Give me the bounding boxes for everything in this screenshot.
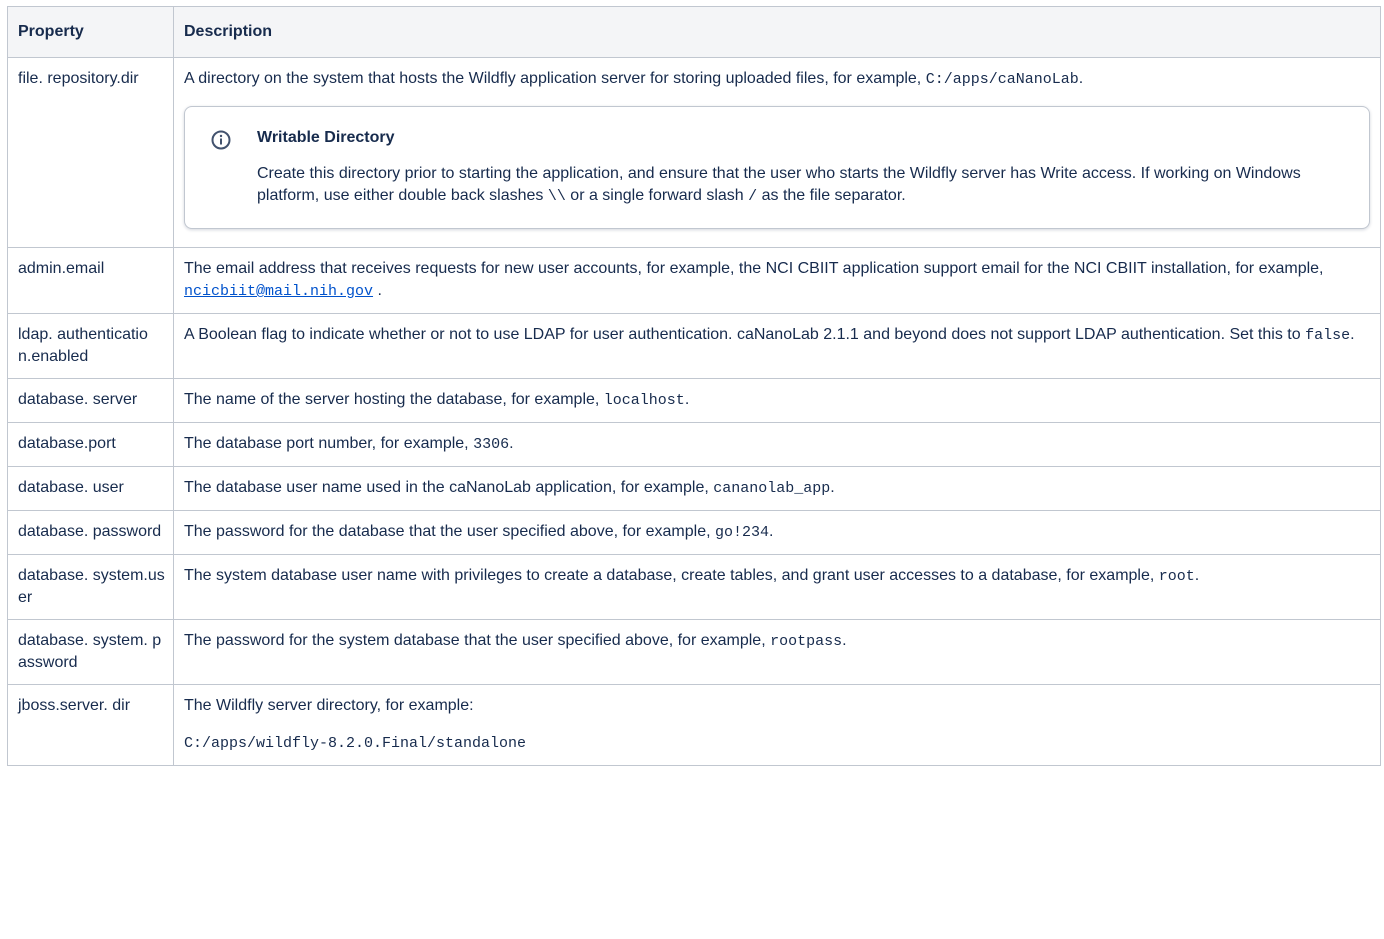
panel-body: Create this directory prior to starting … [257,165,1301,205]
code-block: C:/apps/wildfly-8.2.0.Final/standalone [184,735,527,752]
table-row: database. system.user The system databas… [7,554,1381,620]
table-row: database. user The database user name us… [7,466,1381,511]
table-row: database.port The database port number, … [7,422,1381,467]
info-icon [211,130,231,150]
panel-title: Writable Directory [257,129,395,146]
properties-table: Property Description file. repository.di… [7,6,1381,766]
table-row: ldap. authenticatio n.enabled A Boolean … [7,313,1381,379]
property-name: file. repository.dir [7,57,174,248]
code-value: rootpass [770,633,843,650]
table-row: database. server The name of the server … [7,378,1381,423]
table-row: jboss.server. dir The Wildfly server dir… [7,684,1381,766]
header-description: Description [173,6,1381,58]
property-name: database. user [7,466,174,511]
property-description: A directory on the system that hosts the… [173,57,1381,248]
property-name: ldap. authenticatio n.enabled [7,313,174,379]
property-description: The Wildfly server directory, for exampl… [173,684,1381,766]
property-description: The password for the system database tha… [173,619,1381,685]
property-description: The email address that receives requests… [173,247,1381,314]
property-name: database. password [7,510,174,555]
code-value: localhost [603,392,685,409]
table-header-row: Property Description [7,6,1381,58]
code-value: C:/apps/caNanoLab [925,71,1079,88]
table-row: database. password The password for the … [7,510,1381,555]
code-value: go!234 [714,524,769,541]
property-description: The database port number, for example, 3… [173,422,1381,467]
property-description: The name of the server hosting the datab… [173,378,1381,423]
property-description: A Boolean flag to indicate whether or no… [173,313,1381,379]
description-text: A directory on the system that hosts the… [184,70,926,87]
info-panel: Writable Directory Create this directory… [184,106,1370,229]
property-name: database. server [7,378,174,423]
code-value: false [1305,327,1351,344]
property-description: The database user name used in the caNan… [173,466,1381,511]
property-description: The system database user name with privi… [173,554,1381,620]
property-name: admin.email [7,247,174,314]
property-name: jboss.server. dir [7,684,174,766]
property-name: database.port [7,422,174,467]
property-description: The password for the database that the u… [173,510,1381,555]
table-row: file. repository.dir A directory on the … [7,57,1381,248]
code-value: cananolab_app [713,480,831,497]
code-value: \\ [547,188,566,205]
header-property: Property [7,6,174,58]
table-row: admin.email The email address that recei… [7,247,1381,314]
code-value: 3306 [473,436,510,453]
code-value: / [748,188,758,205]
code-value: root [1158,568,1195,585]
property-name: database. system. password [7,619,174,685]
table-row: database. system. password The password … [7,619,1381,685]
email-link[interactable]: ncicbiit@mail.nih.gov [184,283,373,300]
property-name: database. system.user [7,554,174,620]
